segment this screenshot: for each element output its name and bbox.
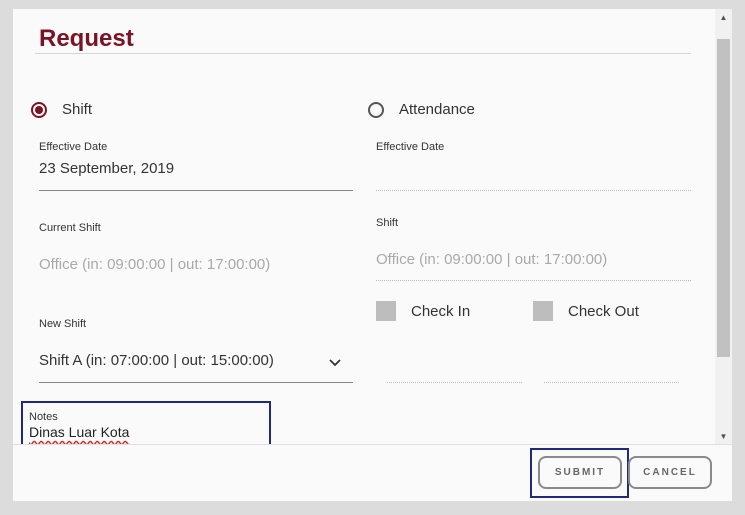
request-dialog: Request Shift Attendance Effective Date …: [13, 9, 732, 501]
check-in-time-underline: [387, 382, 522, 383]
notes-field[interactable]: Notes Dinas Luar Kota: [21, 401, 271, 444]
effective-date-field[interactable]: 23 September, 2019: [39, 160, 174, 177]
scrollbar-thumb[interactable]: [717, 39, 730, 357]
attendance-effective-date-underline: [376, 190, 691, 191]
attendance-shift-label: Shift: [376, 217, 399, 229]
attendance-shift-value: Office (in: 09:00:00 | out: 17:00:00): [376, 251, 608, 268]
attendance-radio[interactable]: Attendance: [368, 101, 475, 118]
shift-radio[interactable]: Shift: [31, 101, 92, 118]
chevron-down-icon: [329, 359, 341, 367]
dialog-content: Request Shift Attendance Effective Date …: [13, 9, 732, 444]
current-shift-label: Current Shift: [39, 222, 101, 234]
radio-unchecked-icon: [368, 101, 384, 118]
checkbox-unchecked-icon: [533, 301, 553, 321]
submit-button[interactable]: SUBMIT: [538, 456, 622, 489]
radio-checked-icon: [31, 101, 47, 118]
check-out-label: Check Out: [568, 302, 639, 320]
effective-date-underline: [39, 190, 353, 191]
attendance-shift-underline: [376, 280, 691, 281]
new-shift-label: New Shift: [39, 318, 87, 330]
check-in-checkbox[interactable]: Check In: [376, 301, 470, 321]
notes-label: Notes: [29, 411, 58, 423]
check-out-checkbox[interactable]: Check Out: [533, 301, 639, 321]
attendance-effective-date-label: Effective Date: [376, 141, 445, 153]
scroll-up-arrow-icon[interactable]: ▲: [715, 9, 732, 25]
check-in-label: Check In: [411, 302, 471, 320]
notes-value: Dinas Luar Kota: [29, 424, 130, 440]
checkbox-unchecked-icon: [376, 301, 396, 321]
new-shift-underline: [39, 382, 353, 383]
new-shift-select[interactable]: Shift A (in: 07:00:00 | out: 15:00:00): [39, 346, 353, 382]
dialog-title: Request: [39, 25, 134, 52]
scroll-down-arrow-icon[interactable]: ▼: [715, 428, 732, 444]
attendance-radio-label: Attendance: [399, 101, 475, 118]
current-shift-value: Office (in: 09:00:00 | out: 17:00:00): [39, 256, 271, 273]
cancel-button[interactable]: CANCEL: [628, 456, 712, 489]
attendance-effective-date-field[interactable]: [376, 160, 690, 182]
vertical-scrollbar[interactable]: ▲ ▼: [715, 9, 732, 444]
footer-divider: [13, 444, 732, 445]
title-divider: [35, 53, 691, 54]
shift-radio-label: Shift: [62, 101, 93, 118]
check-out-time-underline: [544, 382, 679, 383]
effective-date-label: Effective Date: [39, 141, 108, 153]
new-shift-value: Shift A (in: 07:00:00 | out: 15:00:00): [39, 352, 274, 369]
